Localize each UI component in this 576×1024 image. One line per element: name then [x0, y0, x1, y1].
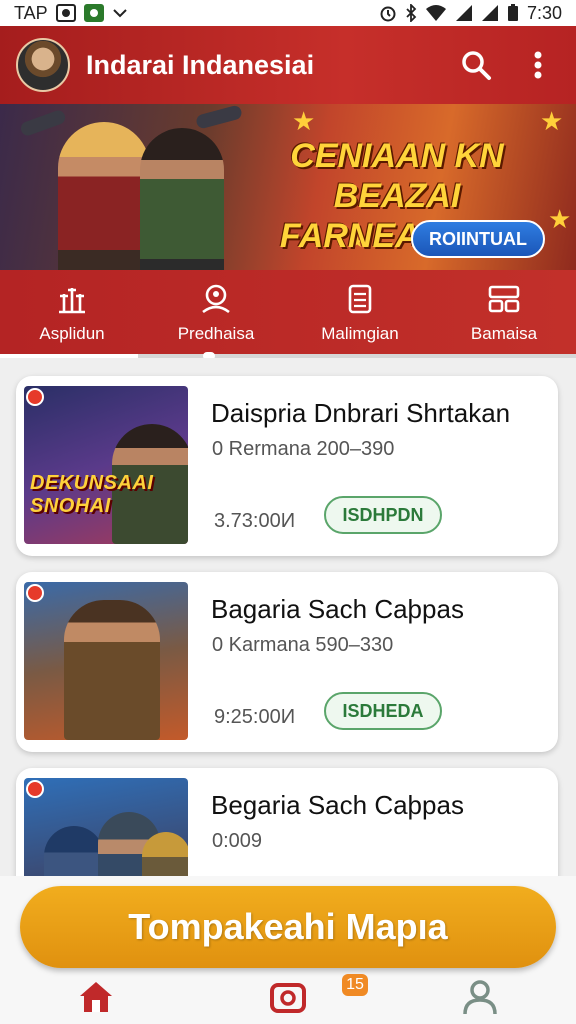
star-icon: ★: [292, 106, 316, 136]
alarm-icon: [380, 6, 396, 22]
whatsapp-icon: [83, 4, 104, 22]
image-icon: [55, 4, 76, 22]
event-thumbnail: [24, 582, 188, 740]
avatar[interactable]: [16, 38, 70, 92]
grid-icon: [488, 285, 520, 313]
more-options-button[interactable]: [516, 43, 560, 87]
search-button[interactable]: [454, 43, 498, 87]
event-time: 9:25:00И: [214, 706, 296, 728]
carrier-label: TAP: [14, 2, 48, 23]
event-title: Bagaria Sach Caþpas: [211, 594, 464, 624]
category-label: Asplidun: [39, 324, 105, 343]
wifi-icon: [425, 5, 446, 21]
clipboard-icon: [348, 284, 372, 314]
event-list[interactable]: DEKUNSAAI SNOHAI Daispria Dnbrari Shrtak…: [0, 358, 576, 878]
clock-time: 7:30: [526, 2, 562, 23]
chevron-down-icon: [112, 9, 127, 18]
soldier-illustration: [140, 128, 224, 270]
category-item[interactable]: Bamaisa: [432, 270, 576, 358]
category-item[interactable]: Predhaisa: [144, 270, 288, 358]
live-badge-icon: [26, 780, 44, 798]
category-label: Malimgian: [321, 324, 399, 343]
tower-icon: [59, 288, 85, 314]
signal-icon: [481, 5, 498, 21]
event-thumbnail: DEKUNSAAI SNOHAI: [24, 386, 188, 544]
event-title: Begaria Sach Caþpas: [211, 790, 464, 820]
category-label: Bamaisa: [470, 324, 538, 343]
list-item[interactable]: Begaria Sach Caþpas 0:009: [16, 768, 558, 878]
thumbnail-caption: DEKUNSAAI SNOHAI: [30, 472, 154, 517]
primary-cta-button[interactable]: Tompakeahi Mapıa: [20, 886, 556, 968]
banner-headline-line1: CENIAAN KN BEAZAI: [290, 137, 504, 215]
search-icon: [462, 51, 491, 80]
signal-icon: [455, 5, 472, 21]
person-pin-icon: [202, 284, 230, 314]
soldier-illustration: [58, 122, 150, 270]
jet-illustration: [18, 108, 68, 138]
battery-icon: [507, 4, 518, 21]
category-item[interactable]: Asplidun: [0, 270, 144, 358]
person-icon: [463, 980, 497, 1015]
jet-illustration: [194, 104, 244, 130]
category-item[interactable]: Malimgian: [288, 270, 432, 358]
soldier-illustration: [44, 826, 104, 878]
status-bar: TAP 7:30: [0, 0, 576, 26]
nav-home[interactable]: [0, 980, 192, 1014]
nav-camera[interactable]: 15: [192, 974, 384, 1014]
app-bar: Indarai Indanesiai: [0, 26, 576, 104]
event-time: 3.73:00И: [214, 510, 296, 532]
live-badge-icon: [26, 584, 44, 602]
event-subtitle: 0 Karmana 590–330: [212, 634, 394, 656]
notification-badge: 15: [342, 974, 368, 996]
live-badge-icon: [26, 388, 44, 406]
event-subtitle: 0 Rermana 200–390: [212, 438, 395, 460]
event-action-button[interactable]: IЅDHEDA: [324, 692, 442, 730]
event-subtitle: 0:009: [212, 830, 263, 852]
more-vert-icon: [534, 51, 542, 79]
list-item[interactable]: Bagaria Sach Caþpas 0 Karmana 590–330 9:…: [16, 572, 558, 752]
list-item[interactable]: DEKUNSAAI SNOHAI Daispria Dnbrari Shrtak…: [16, 376, 558, 556]
event-action-button[interactable]: IЅDHPDN: [324, 496, 442, 534]
soldier-illustration: [142, 832, 188, 878]
bottom-nav: 15: [0, 970, 576, 1024]
category-label: Predhaisa: [177, 324, 255, 343]
event-thumbnail: [24, 778, 188, 878]
nav-profile[interactable]: [384, 979, 576, 1015]
event-title: Daispria Dnbrari Shrtakan: [211, 398, 511, 428]
home-icon: [80, 982, 112, 1012]
camera-icon: [270, 983, 306, 1013]
star-icon: ★: [540, 106, 564, 136]
banner-cta-button[interactable]: ROIINTUAL: [411, 220, 545, 258]
category-bar: Asplidun Predhaisa Malimgian Bamaisa: [0, 270, 576, 360]
soldier-illustration: [64, 600, 160, 740]
page-title: Indarai Indanesiai: [86, 49, 315, 80]
bluetooth-icon: [406, 4, 417, 22]
